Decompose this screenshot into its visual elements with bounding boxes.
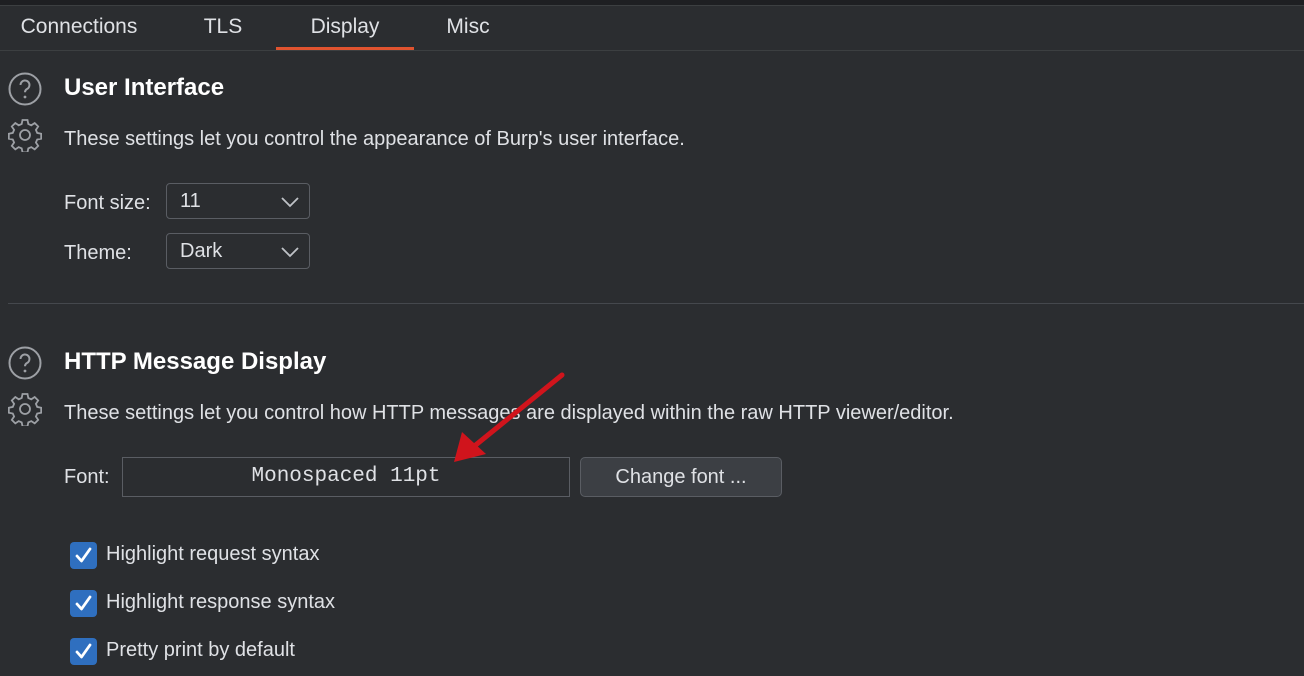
pretty-print-checkbox[interactable]: [70, 638, 97, 665]
annotation-arrow: [454, 372, 565, 462]
theme-select[interactable]: Dark: [166, 233, 310, 269]
highlight-request-syntax-label: Highlight request syntax: [106, 543, 320, 565]
highlight-request-syntax-checkbox[interactable]: [70, 542, 97, 569]
user-interface-title: User Interface: [64, 74, 225, 101]
font-size-label: Font size:: [64, 192, 151, 214]
theme-label: Theme:: [64, 242, 132, 264]
help-icon[interactable]: [8, 346, 42, 380]
checkmark-icon: [75, 547, 92, 563]
section-divider: [8, 303, 1304, 304]
http-message-display-title: HTTP Message Display: [64, 348, 327, 375]
settings-tab-bar: Connections TLS Display Misc: [0, 6, 1304, 51]
checkmark-icon: [75, 595, 92, 611]
help-icon[interactable]: [8, 72, 42, 106]
tab-connections[interactable]: Connections: [18, 6, 140, 50]
highlight-response-syntax-label: Highlight response syntax: [106, 591, 336, 613]
highlight-response-syntax-checkbox[interactable]: [70, 590, 97, 617]
settings-gear-icon[interactable]: [8, 392, 42, 426]
change-font-button[interactable]: Change font ...: [580, 457, 782, 497]
checkmark-icon: [75, 643, 92, 659]
chevron-down-icon: [281, 247, 299, 258]
settings-gear-icon[interactable]: [8, 118, 42, 152]
user-interface-description: These settings let you control the appea…: [64, 128, 685, 150]
tab-display[interactable]: Display: [276, 6, 414, 50]
tab-misc[interactable]: Misc: [440, 6, 496, 50]
font-size-select[interactable]: 11: [166, 183, 310, 219]
font-label: Font:: [64, 466, 110, 488]
pretty-print-label: Pretty print by default: [106, 639, 295, 661]
tab-tls[interactable]: TLS: [200, 6, 246, 50]
font-size-value: 11: [180, 190, 201, 212]
chevron-down-icon: [281, 197, 299, 208]
theme-value: Dark: [180, 240, 223, 262]
